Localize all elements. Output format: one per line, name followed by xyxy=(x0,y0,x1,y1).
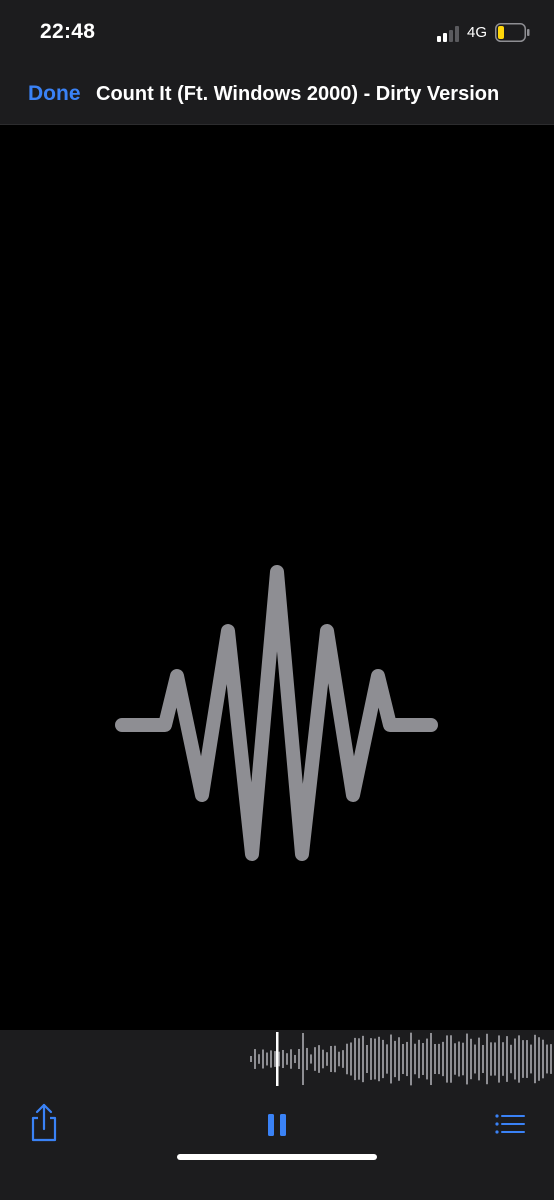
waveform-bar xyxy=(422,1043,424,1075)
list-button[interactable] xyxy=(490,1100,530,1144)
waveform-bar xyxy=(290,1049,292,1069)
waveform-bar xyxy=(286,1053,288,1065)
waveform-bar xyxy=(450,1035,452,1083)
waveform-bar xyxy=(318,1045,320,1073)
waveform-bar xyxy=(306,1047,308,1071)
waveform-bar xyxy=(482,1044,484,1074)
waveform-bar xyxy=(382,1039,384,1079)
battery-icon xyxy=(495,23,530,42)
waveform-bar xyxy=(490,1042,492,1076)
navigation-bar: Done Count It (Ft. Windows 2000) - Dirty… xyxy=(0,66,554,125)
waveform-bar xyxy=(378,1036,380,1082)
waveform-bar xyxy=(462,1042,464,1076)
waveform-bar xyxy=(534,1034,536,1084)
waveform-bar xyxy=(502,1042,504,1076)
waveform-bar xyxy=(414,1043,416,1075)
waveform-bar xyxy=(470,1038,472,1080)
waveform-bar xyxy=(262,1049,264,1069)
waveform-bar xyxy=(358,1038,360,1080)
waveform-bar xyxy=(302,1033,304,1085)
waveform-bar xyxy=(294,1054,296,1064)
waveform-bar xyxy=(538,1037,540,1081)
waveform-bar xyxy=(386,1044,388,1074)
waveform-bar xyxy=(258,1054,260,1064)
waveform-bar xyxy=(438,1043,440,1075)
waveform-bar xyxy=(374,1038,376,1080)
audio-waveform-icon xyxy=(115,565,438,861)
waveform-scrubber[interactable] xyxy=(0,1030,554,1088)
waveform-bar xyxy=(274,1051,276,1067)
waveform-bar xyxy=(310,1054,312,1064)
waveform-bar xyxy=(394,1040,396,1078)
waveform-bar xyxy=(298,1049,300,1069)
share-icon xyxy=(31,1103,57,1142)
waveform-bar xyxy=(526,1040,528,1078)
playhead xyxy=(276,1032,279,1086)
waveform-bar xyxy=(314,1047,316,1071)
waveform-bar xyxy=(346,1043,348,1075)
waveform-bar xyxy=(430,1032,432,1086)
done-button[interactable]: Done xyxy=(28,82,81,106)
waveform-bar xyxy=(342,1050,344,1068)
waveform-bar xyxy=(454,1043,456,1075)
playback-controls xyxy=(0,1030,554,1200)
audio-preview xyxy=(0,125,554,1030)
waveform-bar xyxy=(322,1049,324,1069)
waveform-bar xyxy=(446,1035,448,1083)
waveform-bar xyxy=(282,1049,284,1069)
waveform-bar xyxy=(254,1049,256,1069)
waveform-bar xyxy=(330,1045,332,1073)
waveform-bar xyxy=(362,1035,364,1083)
network-type: 4G xyxy=(467,24,488,41)
waveform-bar xyxy=(406,1041,408,1077)
waveform-bar xyxy=(390,1034,392,1084)
waveform-bar xyxy=(326,1052,328,1066)
share-button[interactable] xyxy=(24,1100,64,1144)
waveform-bar xyxy=(546,1044,548,1074)
waveform-bar xyxy=(510,1044,512,1074)
waveform-bar xyxy=(514,1038,516,1080)
waveform-bar xyxy=(542,1039,544,1079)
waveform-bar xyxy=(266,1052,268,1066)
waveform-bar xyxy=(350,1042,352,1076)
waveform-bar xyxy=(550,1044,552,1074)
waveform-bar xyxy=(442,1041,444,1077)
waveform-bar xyxy=(466,1033,468,1085)
waveform-bar xyxy=(494,1042,496,1076)
pause-button[interactable] xyxy=(257,1100,297,1144)
waveform-bar xyxy=(410,1032,412,1086)
pause-icon xyxy=(268,1114,286,1136)
toolbar xyxy=(0,1100,554,1160)
waveform-bar xyxy=(398,1037,400,1081)
waveform-bar xyxy=(250,1056,252,1062)
waveform-bar xyxy=(474,1044,476,1074)
waveform-bar xyxy=(486,1033,488,1085)
waveform-bar xyxy=(370,1038,372,1080)
home-indicator xyxy=(177,1154,377,1160)
waveform-bar xyxy=(402,1043,404,1075)
waveform-bar xyxy=(458,1041,460,1077)
waveform-bar xyxy=(530,1044,532,1074)
waveform-bar xyxy=(434,1043,436,1075)
status-time: 22:48 xyxy=(40,20,96,43)
list-icon xyxy=(495,1114,525,1134)
waveform-bar xyxy=(506,1036,508,1082)
waveform-bar xyxy=(270,1050,272,1068)
waveform-bar xyxy=(366,1044,368,1074)
waveform-bar xyxy=(522,1040,524,1078)
waveform-bar xyxy=(426,1038,428,1080)
waveform-bar xyxy=(354,1037,356,1081)
waveform-bar xyxy=(338,1051,340,1067)
waveform-bar xyxy=(418,1039,420,1079)
waveform-bar xyxy=(478,1037,480,1081)
status-bar: 22:48 4G xyxy=(0,0,554,66)
waveform-bar xyxy=(498,1035,500,1083)
cellular-signal-icon xyxy=(437,26,459,42)
waveform-bar xyxy=(518,1035,520,1083)
file-title: Count It (Ft. Windows 2000) - Dirty Vers… xyxy=(96,83,500,105)
waveform-bar xyxy=(334,1045,336,1073)
